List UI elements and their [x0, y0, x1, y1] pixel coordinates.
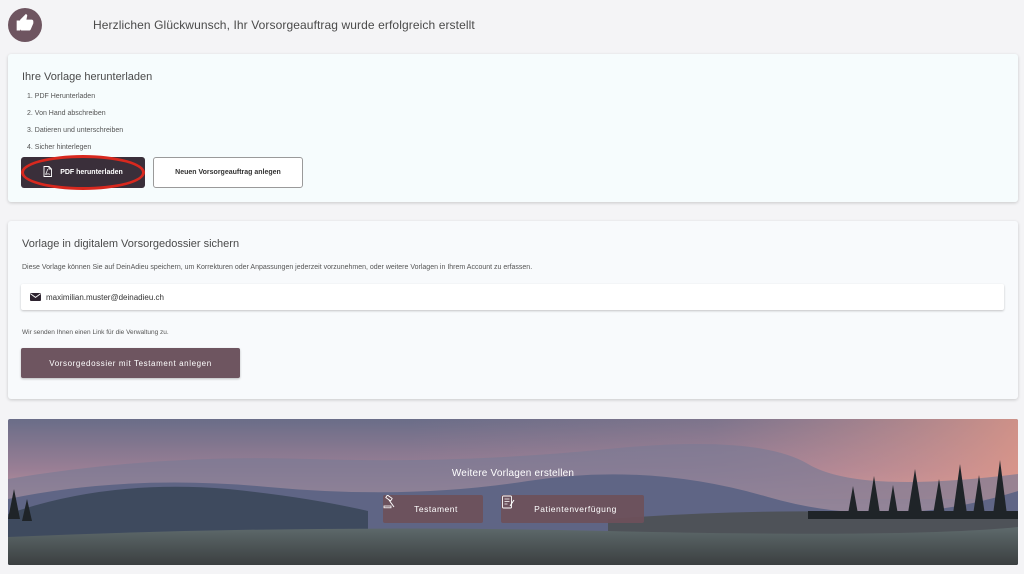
- testament-button[interactable]: Testament: [383, 495, 483, 523]
- dossier-note: Wir senden Ihnen einen Link für die Verw…: [22, 329, 169, 336]
- pdf-download-button[interactable]: PDF herunterladen: [21, 157, 145, 188]
- steps-list: 1. PDF Herunterladen 2. Von Hand abschre…: [27, 92, 123, 160]
- step-item: 3. Datieren und unterschreiben: [27, 127, 124, 134]
- create-dossier-label: Vorsorgedossier mit Testament anlegen: [49, 358, 212, 368]
- pdf-download-label: PDF herunterladen: [60, 169, 123, 176]
- landscape-background: [8, 419, 1018, 565]
- dossier-card: Vorlage in digitalem Vorsorgedossier sic…: [8, 221, 1018, 399]
- step-item: 1. PDF Herunterladen: [27, 93, 96, 100]
- new-order-label: Neuen Vorsorgeauftrag anlegen: [175, 169, 281, 176]
- pdf-file-icon: [43, 166, 53, 179]
- step-item: 2. Von Hand abschreiben: [27, 110, 106, 117]
- patient-directive-label: Patientenverfügung: [534, 504, 617, 514]
- page-title: Herzlichen Glückwunsch, Ihr Vorsorgeauft…: [93, 18, 475, 32]
- dossier-description: Diese Vorlage können Sie auf DeinAdieu s…: [22, 264, 533, 271]
- patient-directive-button[interactable]: Patientenverfügung: [501, 495, 644, 523]
- avatar: [8, 8, 42, 42]
- dossier-title: Vorlage in digitalem Vorsorgedossier sic…: [22, 238, 240, 250]
- email-value: maximilian.muster@deinadieu.ch: [46, 292, 164, 302]
- header: Herzlichen Glückwunsch, Ihr Vorsorgeauft…: [0, 0, 1024, 52]
- banner-title: Weitere Vorlagen erstellen: [451, 468, 575, 479]
- more-templates-banner: Weitere Vorlagen erstellen Testament Pat…: [8, 419, 1018, 565]
- create-dossier-button[interactable]: Vorsorgedossier mit Testament anlegen: [21, 348, 240, 378]
- thumbs-up-icon: [15, 13, 35, 38]
- download-title: Ihre Vorlage herunterladen: [22, 71, 153, 83]
- testament-label: Testament: [414, 504, 458, 514]
- new-order-button[interactable]: Neuen Vorsorgeauftrag anlegen: [153, 157, 303, 188]
- mail-icon: [30, 288, 41, 306]
- download-card: Ihre Vorlage herunterladen 1. PDF Herunt…: [8, 54, 1018, 202]
- email-field[interactable]: maximilian.muster@deinadieu.ch: [21, 284, 1004, 310]
